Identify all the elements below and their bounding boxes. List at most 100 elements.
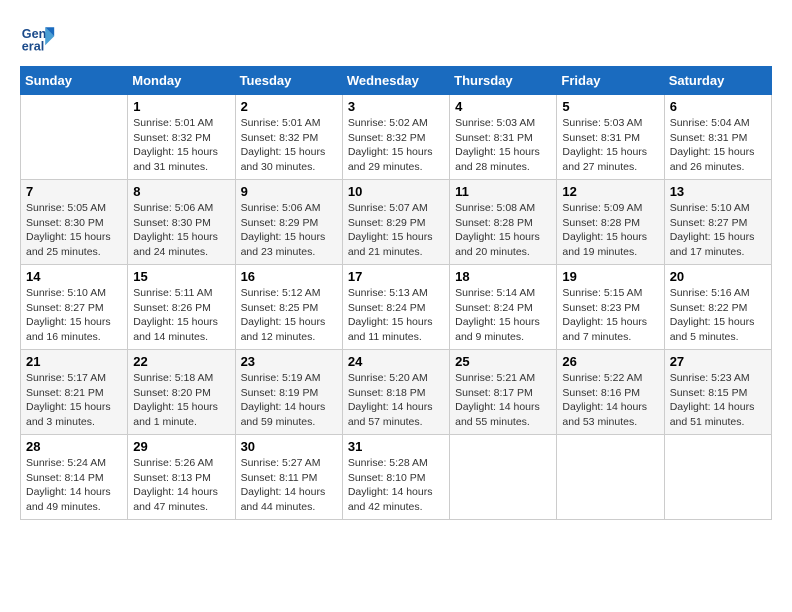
day-number: 3 [348,99,444,114]
day-number: 7 [26,184,122,199]
day-number: 21 [26,354,122,369]
day-info: Sunrise: 5:08 AMSunset: 8:28 PMDaylight:… [455,201,551,260]
calendar-cell: 6 Sunrise: 5:04 AMSunset: 8:31 PMDaylight… [664,95,771,180]
day-info: Sunrise: 5:27 AMSunset: 8:11 PMDaylight:… [241,456,337,515]
day-number: 31 [348,439,444,454]
header-saturday: Saturday [664,67,771,95]
calendar-week-3: 14 Sunrise: 5:10 AMSunset: 8:27 PMDayligh… [21,265,772,350]
calendar-cell: 1 Sunrise: 5:01 AMSunset: 8:32 PMDaylight… [128,95,235,180]
day-number: 23 [241,354,337,369]
calendar-table: SundayMondayTuesdayWednesdayThursdayFrid… [20,66,772,520]
day-number: 6 [670,99,766,114]
calendar-cell: 4 Sunrise: 5:03 AMSunset: 8:31 PMDaylight… [450,95,557,180]
svg-text:eral: eral [22,40,44,54]
calendar-week-5: 28 Sunrise: 5:24 AMSunset: 8:14 PMDayligh… [21,435,772,520]
calendar-cell: 7 Sunrise: 5:05 AMSunset: 8:30 PMDaylight… [21,180,128,265]
header-friday: Friday [557,67,664,95]
calendar-cell: 23 Sunrise: 5:19 AMSunset: 8:19 PMDayligh… [235,350,342,435]
calendar-cell: 11 Sunrise: 5:08 AMSunset: 8:28 PMDayligh… [450,180,557,265]
day-info: Sunrise: 5:10 AMSunset: 8:27 PMDaylight:… [670,201,766,260]
day-number: 25 [455,354,551,369]
day-info: Sunrise: 5:01 AMSunset: 8:32 PMDaylight:… [133,116,229,175]
day-number: 2 [241,99,337,114]
calendar-cell: 29 Sunrise: 5:26 AMSunset: 8:13 PMDayligh… [128,435,235,520]
day-number: 5 [562,99,658,114]
day-info: Sunrise: 5:14 AMSunset: 8:24 PMDaylight:… [455,286,551,345]
day-number: 9 [241,184,337,199]
day-number: 12 [562,184,658,199]
day-info: Sunrise: 5:05 AMSunset: 8:30 PMDaylight:… [26,201,122,260]
day-number: 19 [562,269,658,284]
calendar-cell: 20Sunrise: 5:16 AMSunset: 8:22 PMDayligh… [664,265,771,350]
day-info: Sunrise: 5:16 AMSunset: 8:22 PMDaylight:… [670,286,766,345]
day-number: 15 [133,269,229,284]
calendar-cell: 3 Sunrise: 5:02 AMSunset: 8:32 PMDaylight… [342,95,449,180]
calendar-cell [450,435,557,520]
calendar-cell [21,95,128,180]
calendar-cell [557,435,664,520]
day-info: Sunrise: 5:24 AMSunset: 8:14 PMDaylight:… [26,456,122,515]
calendar-cell: 10Sunrise: 5:07 AMSunset: 8:29 PMDayligh… [342,180,449,265]
day-number: 26 [562,354,658,369]
calendar-cell: 31 Sunrise: 5:28 AMSunset: 8:10 PMDayligh… [342,435,449,520]
day-number: 22 [133,354,229,369]
day-info: Sunrise: 5:03 AMSunset: 8:31 PMDaylight:… [455,116,551,175]
day-number: 16 [241,269,337,284]
day-info: Sunrise: 5:21 AMSunset: 8:17 PMDaylight:… [455,371,551,430]
logo: Gen eral [20,20,60,56]
day-info: Sunrise: 5:17 AMSunset: 8:21 PMDaylight:… [26,371,122,430]
calendar-cell: 2Sunrise: 5:01 AMSunset: 8:32 PMDaylight… [235,95,342,180]
day-info: Sunrise: 5:19 AMSunset: 8:19 PMDaylight:… [241,371,337,430]
day-info: Sunrise: 5:28 AMSunset: 8:10 PMDaylight:… [348,456,444,515]
calendar-week-4: 21 Sunrise: 5:17 AMSunset: 8:21 PMDayligh… [21,350,772,435]
logo-icon: Gen eral [20,20,56,56]
day-info: Sunrise: 5:26 AMSunset: 8:13 PMDaylight:… [133,456,229,515]
day-number: 24 [348,354,444,369]
calendar-cell: 13Sunrise: 5:10 AMSunset: 8:27 PMDayligh… [664,180,771,265]
day-number: 14 [26,269,122,284]
calendar-cell: 27 Sunrise: 5:23 AMSunset: 8:15 PMDayligh… [664,350,771,435]
day-info: Sunrise: 5:20 AMSunset: 8:18 PMDaylight:… [348,371,444,430]
day-info: Sunrise: 5:04 AMSunset: 8:31 PMDaylight:… [670,116,766,175]
calendar-cell [664,435,771,520]
day-info: Sunrise: 5:06 AMSunset: 8:30 PMDaylight:… [133,201,229,260]
day-number: 30 [241,439,337,454]
calendar-cell: 24 Sunrise: 5:20 AMSunset: 8:18 PMDayligh… [342,350,449,435]
calendar-cell: 5Sunrise: 5:03 AMSunset: 8:31 PMDaylight… [557,95,664,180]
calendar-cell: 14 Sunrise: 5:10 AMSunset: 8:27 PMDayligh… [21,265,128,350]
calendar-cell: 17 Sunrise: 5:13 AMSunset: 8:24 PMDayligh… [342,265,449,350]
day-info: Sunrise: 5:23 AMSunset: 8:15 PMDaylight:… [670,371,766,430]
calendar-cell: 9Sunrise: 5:06 AMSunset: 8:29 PMDaylight… [235,180,342,265]
header: Gen eral [20,20,772,56]
day-number: 11 [455,184,551,199]
header-thursday: Thursday [450,67,557,95]
calendar-cell: 19 Sunrise: 5:15 AMSunset: 8:23 PMDayligh… [557,265,664,350]
header-monday: Monday [128,67,235,95]
day-info: Sunrise: 5:02 AMSunset: 8:32 PMDaylight:… [348,116,444,175]
header-tuesday: Tuesday [235,67,342,95]
day-info: Sunrise: 5:18 AMSunset: 8:20 PMDaylight:… [133,371,229,430]
day-number: 28 [26,439,122,454]
header-wednesday: Wednesday [342,67,449,95]
day-info: Sunrise: 5:10 AMSunset: 8:27 PMDaylight:… [26,286,122,345]
day-number: 1 [133,99,229,114]
day-number: 17 [348,269,444,284]
calendar-cell: 22 Sunrise: 5:18 AMSunset: 8:20 PMDayligh… [128,350,235,435]
calendar-week-2: 7 Sunrise: 5:05 AMSunset: 8:30 PMDaylight… [21,180,772,265]
calendar-cell: 21 Sunrise: 5:17 AMSunset: 8:21 PMDayligh… [21,350,128,435]
day-number: 29 [133,439,229,454]
calendar-week-1: 1 Sunrise: 5:01 AMSunset: 8:32 PMDaylight… [21,95,772,180]
calendar-cell: 25 Sunrise: 5:21 AMSunset: 8:17 PMDayligh… [450,350,557,435]
day-info: Sunrise: 5:15 AMSunset: 8:23 PMDaylight:… [562,286,658,345]
header-sunday: Sunday [21,67,128,95]
calendar-cell: 26Sunrise: 5:22 AMSunset: 8:16 PMDayligh… [557,350,664,435]
calendar-cell: 28 Sunrise: 5:24 AMSunset: 8:14 PMDayligh… [21,435,128,520]
day-info: Sunrise: 5:12 AMSunset: 8:25 PMDaylight:… [241,286,337,345]
day-info: Sunrise: 5:13 AMSunset: 8:24 PMDaylight:… [348,286,444,345]
calendar-cell: 30 Sunrise: 5:27 AMSunset: 8:11 PMDayligh… [235,435,342,520]
day-number: 27 [670,354,766,369]
day-info: Sunrise: 5:09 AMSunset: 8:28 PMDaylight:… [562,201,658,260]
day-number: 4 [455,99,551,114]
calendar-header-row: SundayMondayTuesdayWednesdayThursdayFrid… [21,67,772,95]
calendar-cell: 18Sunrise: 5:14 AMSunset: 8:24 PMDayligh… [450,265,557,350]
